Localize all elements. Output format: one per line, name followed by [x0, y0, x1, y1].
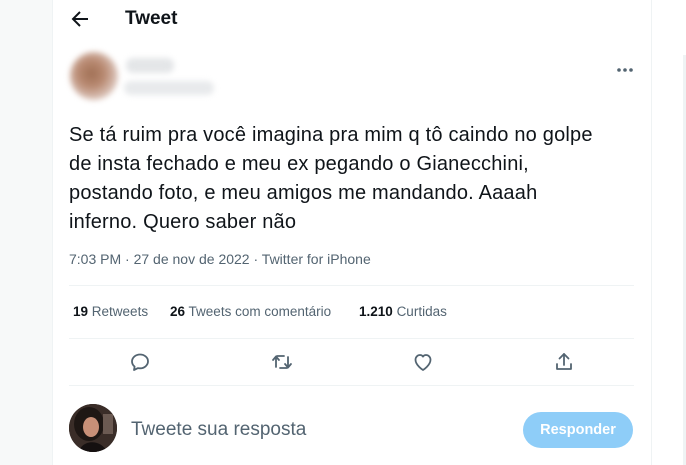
page-title: Tweet [125, 8, 178, 29]
retweets-label: Retweets [91, 304, 149, 319]
likes-stat[interactable]: 1.210 Curtidas [359, 304, 447, 319]
divider [69, 385, 634, 386]
separator: · [125, 251, 134, 267]
share-icon[interactable] [552, 350, 576, 374]
column-border-left [52, 0, 53, 465]
divider [69, 285, 634, 286]
more-horizontal-icon[interactable] [614, 60, 636, 80]
tweet-meta: 7:03 PM · 27 de nov de 2022 · Twitter fo… [69, 250, 371, 268]
retweets-count: 19 [73, 304, 89, 319]
tweet-text: Se tá ruim pra você imagina pra mim q tô… [69, 124, 593, 233]
separator: · [253, 251, 262, 267]
author-name-redacted[interactable] [126, 58, 174, 73]
likes-label: Curtidas [396, 304, 447, 319]
arrow-left-icon[interactable] [68, 7, 92, 31]
right-gutter [652, 0, 686, 465]
likes-count: 1.210 [359, 304, 393, 319]
retweets-stat[interactable]: 19 Retweets [73, 304, 148, 319]
tweet-date[interactable]: 27 de nov de 2022 [134, 251, 250, 267]
quotes-stat[interactable]: 26 Tweets com comentário [170, 304, 331, 319]
reply-input[interactable]: Tweete sua resposta [131, 418, 306, 442]
retweet-icon[interactable] [270, 350, 294, 374]
tweet-source[interactable]: Twitter for iPhone [262, 251, 371, 267]
user-avatar[interactable] [69, 404, 117, 452]
quotes-label: Tweets com comentário [188, 304, 332, 319]
author-handle-redacted[interactable] [124, 81, 214, 95]
divider [69, 338, 634, 339]
author-avatar[interactable] [70, 52, 118, 100]
reply-icon[interactable] [128, 350, 152, 374]
left-gutter [0, 0, 52, 465]
tweet-time[interactable]: 7:03 PM [69, 251, 121, 267]
quotes-count: 26 [170, 304, 186, 319]
like-icon[interactable] [411, 350, 435, 374]
reply-button[interactable]: Responder [523, 412, 633, 448]
